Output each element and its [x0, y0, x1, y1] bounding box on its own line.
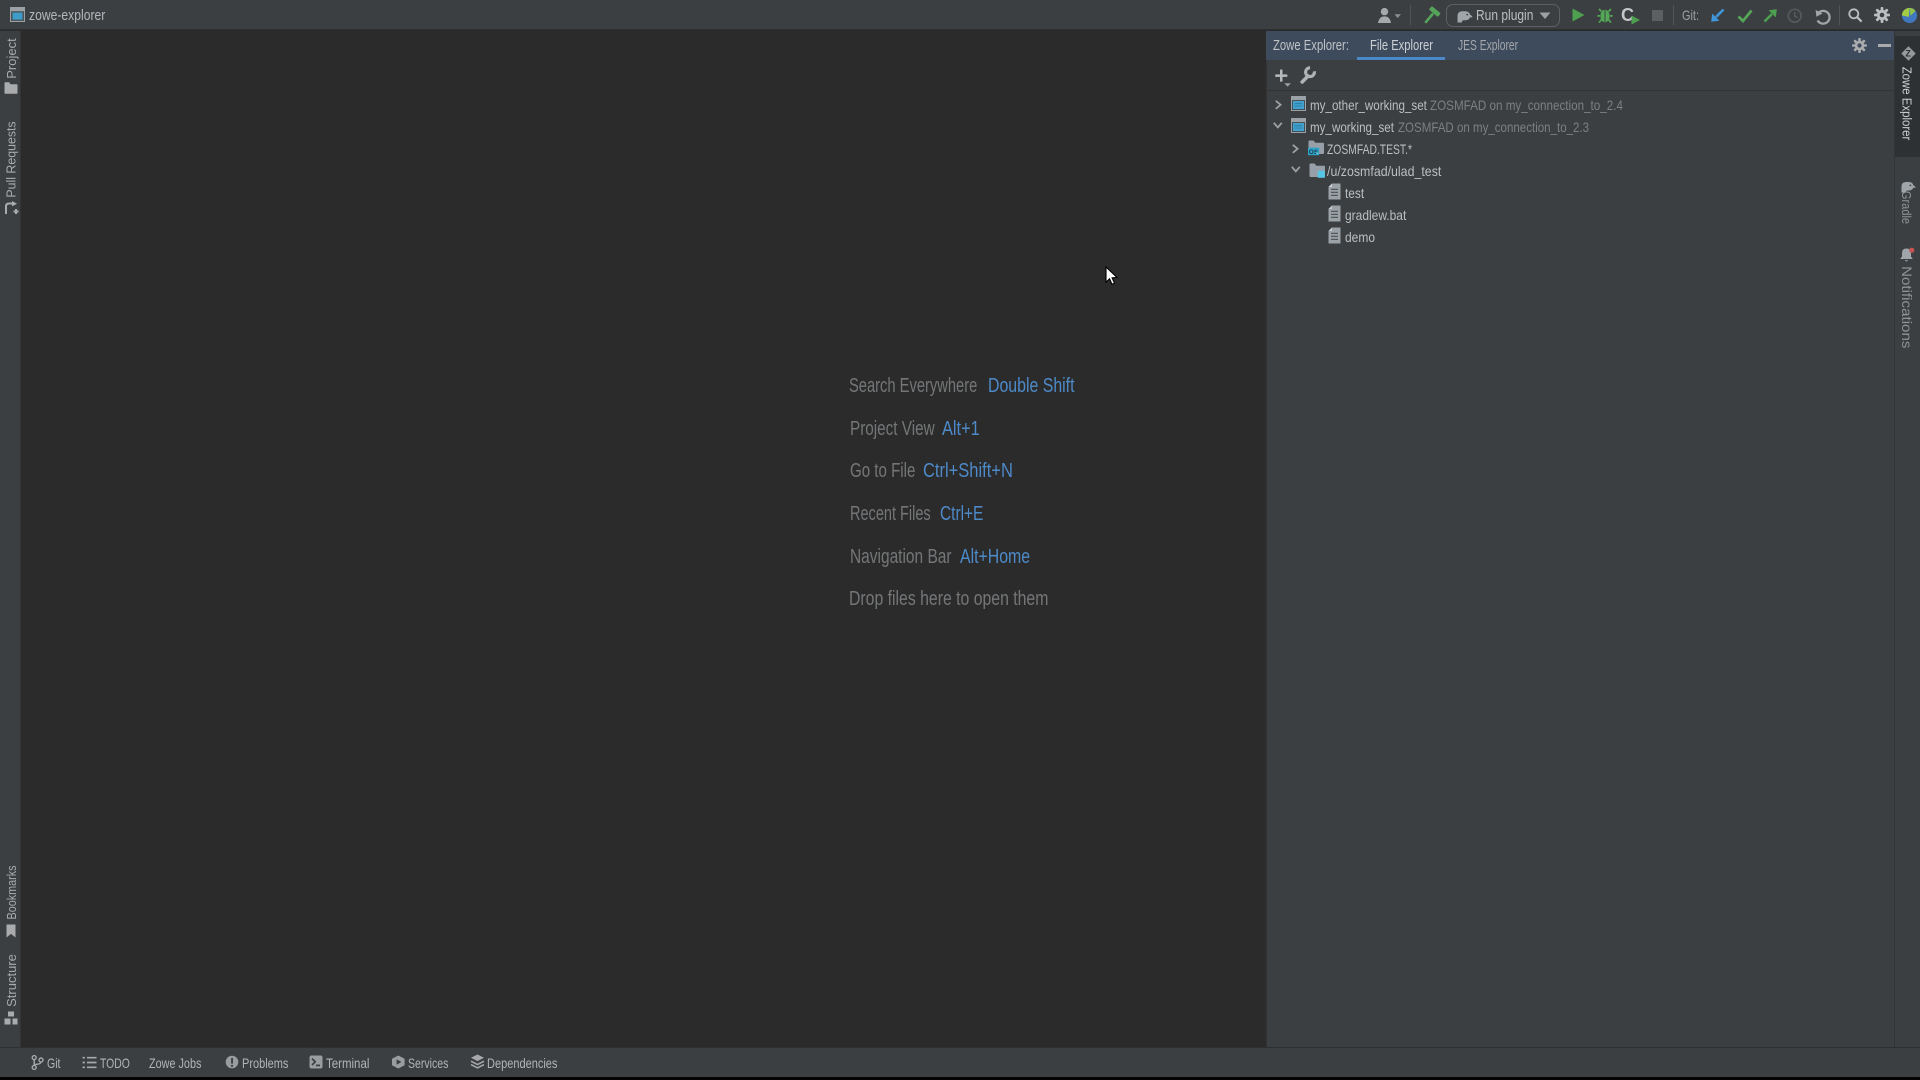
svg-text:Z: Z	[1905, 49, 1911, 59]
